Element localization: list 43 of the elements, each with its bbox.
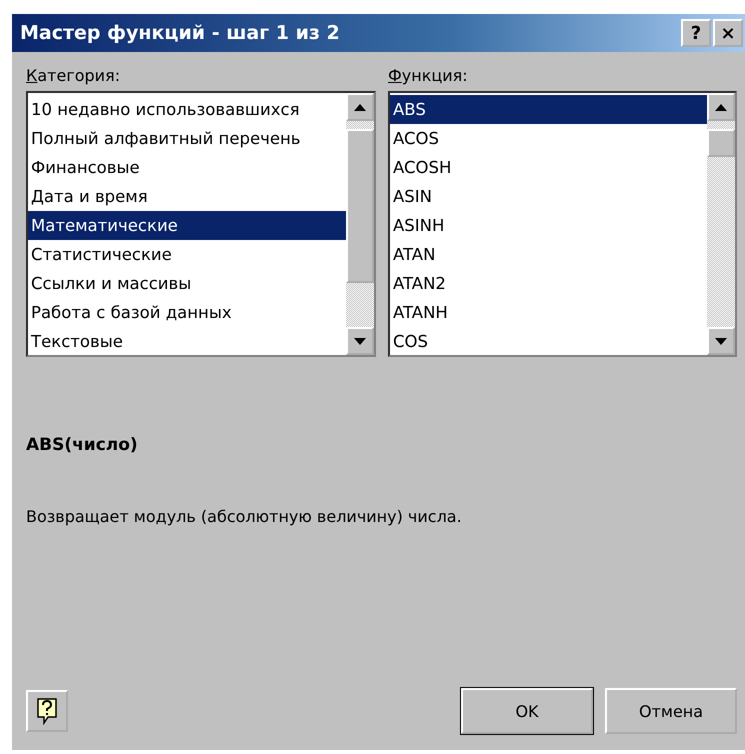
- list-item[interactable]: Текстовые: [28, 327, 346, 355]
- list-label: Категория:: [26, 66, 122, 85]
- ok-button[interactable]: OK: [461, 688, 593, 734]
- down-arrow-icon: [715, 338, 727, 344]
- help-button[interactable]: ?: [681, 19, 711, 47]
- list-box[interactable]: ABS ACOS ACOSH ASIN ASINH ATAN ATAN2 ATANH COS: [388, 91, 737, 357]
- list-item[interactable]: ACOSH: [390, 153, 707, 182]
- function-syntax: ABS(число): [26, 435, 139, 455]
- help-button[interactable]: [26, 690, 68, 732]
- list-item[interactable]: Полный алфавитный перечень: [28, 124, 346, 153]
- scroll-down-button[interactable]: [346, 327, 374, 355]
- scroll-up-button[interactable]: [346, 93, 374, 121]
- close-button[interactable]: ×: [713, 19, 743, 47]
- list-item[interactable]: ABS: [390, 95, 707, 124]
- list-item[interactable]: Статистические: [28, 240, 346, 269]
- cancel-button[interactable]: Отмена: [605, 688, 737, 734]
- list-item[interactable]: Ссылки и массивы: [28, 269, 346, 298]
- help-icon: [36, 697, 58, 725]
- list-item[interactable]: ASIN: [390, 182, 707, 211]
- list-item[interactable]: Дата и время: [28, 182, 346, 211]
- scroll-thumb[interactable]: [707, 129, 735, 157]
- scroll-thumb[interactable]: [346, 129, 374, 283]
- list-box[interactable]: 10 недавно использовавшихся Полный алфавитный перечень Финансовые Дата и время Математические Статистические Ссылки и массивы Работа с базой данных Текстовые: [26, 91, 376, 357]
- down-arrow-icon: [354, 338, 366, 344]
- scroll-down-button[interactable]: [707, 327, 735, 355]
- list-item[interactable]: ATAN2: [390, 269, 707, 298]
- list-item[interactable]: 10 недавно использовавшихся: [28, 95, 346, 124]
- scrollbar[interactable]: [346, 93, 374, 355]
- window-title: Мастер функций - шаг 1 из 2: [20, 22, 341, 44]
- up-arrow-icon: [715, 104, 727, 110]
- list-item[interactable]: Работа с базой данных: [28, 298, 346, 327]
- scroll-up-button[interactable]: [707, 93, 735, 121]
- list-label: Функция:: [388, 66, 469, 85]
- list-item[interactable]: ACOS: [390, 124, 707, 153]
- function-description: Возвращает модуль (абсолютную величину) числа.: [26, 507, 463, 526]
- list-item[interactable]: ASINH: [390, 211, 707, 240]
- list-item[interactable]: Математические: [28, 211, 346, 240]
- list-item[interactable]: COS: [390, 327, 707, 355]
- up-arrow-icon: [354, 104, 366, 110]
- scrollbar[interactable]: [707, 93, 735, 355]
- list-item[interactable]: ATAN: [390, 240, 707, 269]
- list-item[interactable]: Финансовые: [28, 153, 346, 182]
- list-item[interactable]: ATANH: [390, 298, 707, 327]
